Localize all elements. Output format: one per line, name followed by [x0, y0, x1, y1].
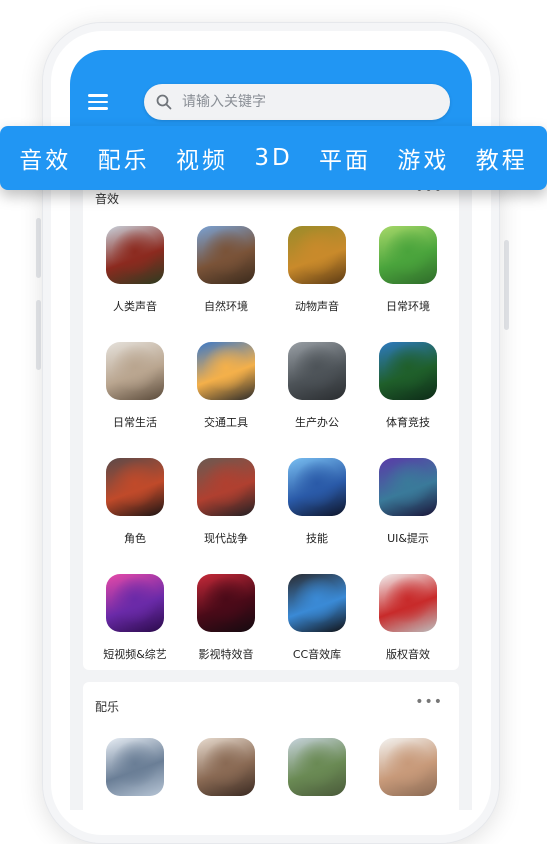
copyright-keyboard-icon	[379, 574, 437, 632]
hamburger-menu-icon[interactable]	[88, 94, 108, 110]
phone-side-button-upper	[36, 218, 41, 278]
category-item[interactable]: 角色	[88, 458, 182, 546]
category-item-label: 技能	[306, 532, 328, 545]
category-tab[interactable]: 平面	[319, 141, 371, 175]
lion-photo-icon	[288, 226, 346, 284]
tennis-ball-icon	[379, 226, 437, 284]
search-icon	[156, 94, 172, 110]
search-input[interactable]	[180, 93, 424, 111]
category-item[interactable]: 技能	[270, 458, 364, 546]
section-title: 配乐	[95, 700, 120, 714]
snow-mountain-icon	[106, 738, 164, 796]
game-ui-icon	[379, 458, 437, 516]
category-item[interactable]: 影视特效音	[179, 574, 273, 662]
category-item[interactable]	[88, 738, 182, 796]
category-item[interactable]: 生产办公	[270, 342, 364, 430]
skill-effect-icon	[288, 458, 346, 516]
category-item[interactable]	[361, 738, 455, 796]
category-item[interactable]: 现代战争	[179, 458, 273, 546]
category-tab[interactable]: 教程	[476, 141, 528, 175]
category-item[interactable]: CC音效库	[270, 574, 364, 662]
office-photo-icon	[288, 342, 346, 400]
category-item-label: 体育竞技	[386, 416, 430, 429]
category-item[interactable]: 动物声音	[270, 226, 364, 314]
mountain-photo-icon	[197, 226, 255, 284]
thumbs-up-icon	[379, 738, 437, 796]
category-item-label: 生产办公	[295, 416, 339, 429]
category-item-label: 角色	[124, 532, 146, 545]
film-effect-icon	[197, 574, 255, 632]
airplane-photo-icon	[197, 342, 255, 400]
category-tab[interactable]: 配乐	[98, 141, 150, 175]
category-tab[interactable]: 游戏	[397, 141, 449, 175]
section-card-music: 配乐 •••	[83, 682, 459, 810]
category-item[interactable]: 人类声音	[88, 226, 182, 314]
section-card-sound-effects: 音效 ••• 人类声音 自然环境 动物声音 日常环境 日常生活 交通工具 生产办公 体育竞技角…	[83, 182, 459, 670]
phone-side-button-right	[504, 240, 509, 330]
category-item-label: 短视频&综艺	[103, 648, 167, 661]
category-item[interactable]: 自然环境	[179, 226, 273, 314]
soldiers-art-icon	[197, 458, 255, 516]
category-nav-bar: 音效 配乐 视频 3D 平面 游戏 教程	[0, 126, 547, 190]
category-item[interactable]: UI&提示	[361, 458, 455, 546]
football-photo-icon	[379, 342, 437, 400]
phone-side-button-lower	[36, 300, 41, 370]
people-photo-icon	[197, 738, 255, 796]
category-tab[interactable]: 3D	[254, 145, 292, 171]
category-item-label: 现代战争	[204, 532, 248, 545]
category-item-label: 人类声音	[113, 300, 157, 313]
category-item[interactable]: 日常生活	[88, 342, 182, 430]
category-item-label: 版权音效	[386, 648, 430, 661]
character-art-icon	[106, 458, 164, 516]
category-item-label: UI&提示	[387, 532, 429, 545]
section-title: 音效	[95, 192, 120, 206]
village-photo-icon	[288, 738, 346, 796]
category-item-label: CC音效库	[292, 648, 342, 661]
category-item[interactable]	[179, 738, 273, 796]
more-options-icon[interactable]: •••	[415, 694, 443, 710]
category-item[interactable]: 体育竞技	[361, 342, 455, 430]
category-item-label: 日常生活	[113, 416, 157, 429]
category-item[interactable]: 日常环境	[361, 226, 455, 314]
short-video-icon	[106, 574, 164, 632]
cc-library-icon	[288, 574, 346, 632]
category-item-label: 交通工具	[204, 416, 248, 429]
category-item-label: 动物声音	[295, 300, 339, 313]
category-item[interactable]	[270, 738, 364, 796]
search-bar[interactable]	[144, 84, 450, 120]
category-item-label: 日常环境	[386, 300, 430, 313]
category-item-label: 自然环境	[204, 300, 248, 313]
category-tab[interactable]: 视频	[176, 141, 228, 175]
faucet-photo-icon	[106, 342, 164, 400]
category-tab[interactable]: 音效	[19, 141, 71, 175]
category-item-label: 影视特效音	[198, 648, 254, 661]
category-item[interactable]: 交通工具	[179, 342, 273, 430]
category-item[interactable]: 版权音效	[361, 574, 455, 662]
crowd-photo-icon	[106, 226, 164, 284]
category-item[interactable]: 短视频&综艺	[88, 574, 182, 662]
